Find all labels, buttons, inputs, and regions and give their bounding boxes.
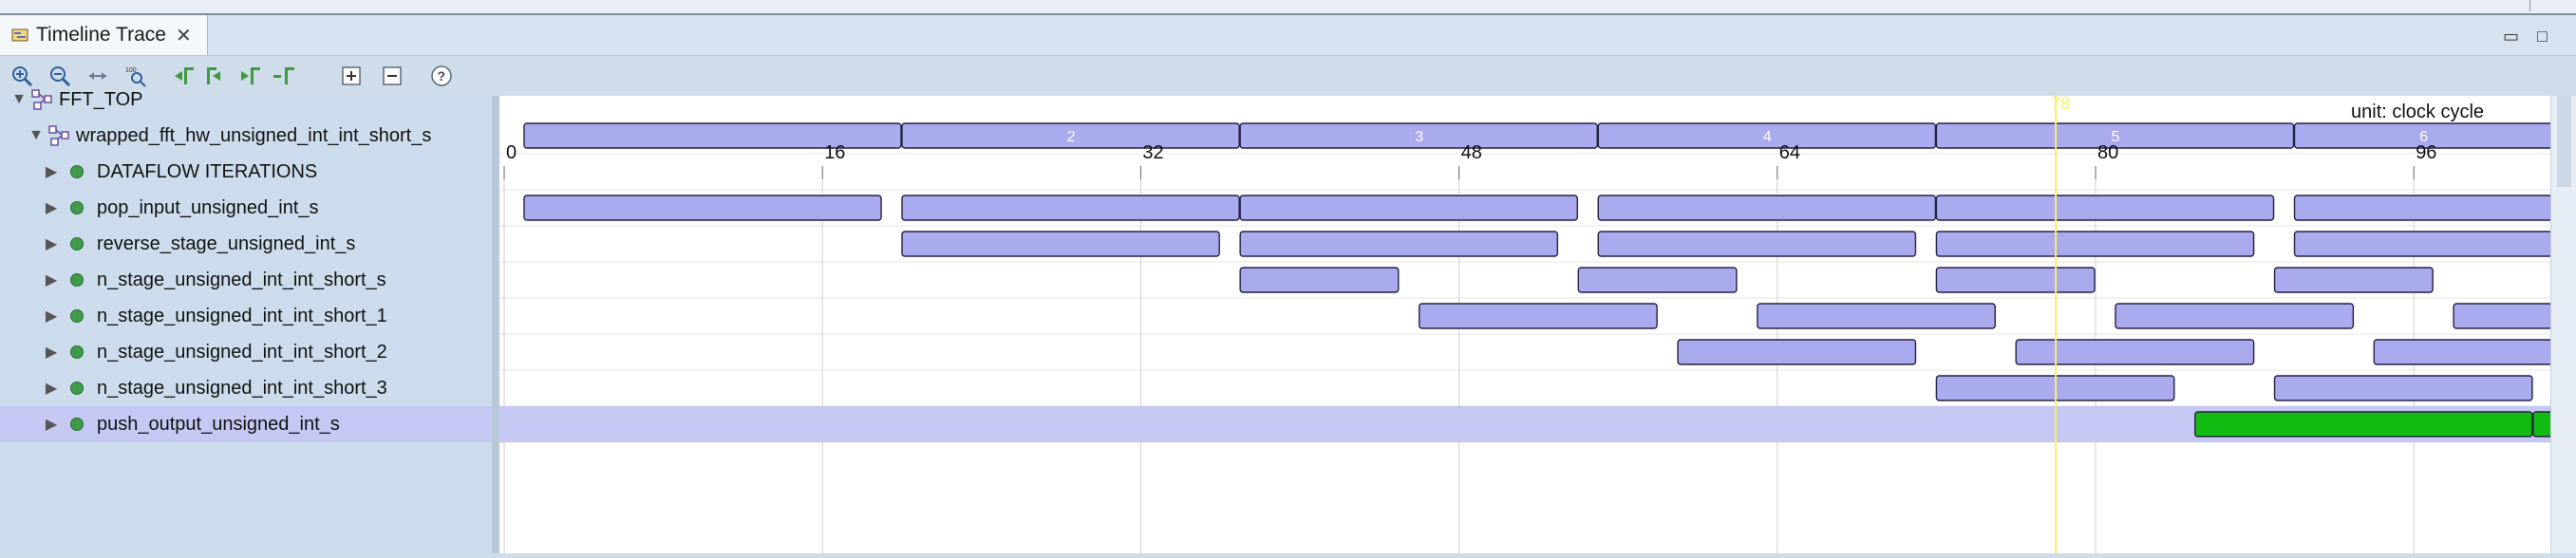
process-dot-icon (70, 309, 84, 323)
time-marker-label: 78 (2051, 96, 2070, 113)
tree-item-label: DATAFLOW ITERATIONS (97, 160, 318, 182)
process-dot-icon (70, 165, 84, 178)
activity-bar[interactable] (1935, 195, 2275, 221)
activity-bar[interactable] (2453, 303, 2553, 329)
hierarchy-icon (31, 89, 52, 110)
tick-label: 64 (1779, 142, 1800, 163)
tree-panel: ▼ FFT_TOP ▼ wrapped_fft_hw_unsigned_int_int… (0, 89, 499, 553)
tree-item[interactable]: ▼ wrapped_fft_hw_unsigned_int_int_short_s (0, 118, 492, 154)
tab-bar: Timeline Trace ✕ ▭ □ (0, 15, 2576, 56)
process-dot-icon (70, 201, 84, 214)
tick-label: 16 (824, 142, 845, 163)
activity-bar[interactable] (1597, 231, 1917, 257)
sidebar-resize-handle[interactable] (492, 96, 499, 553)
tree-item-label: n_stage_unsigned_int_int_short_3 (97, 377, 387, 399)
collapsed-arrow-icon[interactable]: ▶ (44, 379, 59, 398)
timeline-svg: 23456 0 16 32 48 64 80 96 78 unit: clock cycle (499, 94, 2553, 553)
tick-label: 80 (2097, 142, 2118, 163)
process-dot-icon (70, 381, 84, 395)
tree-item-label: n_stage_unsigned_int_int_short_1 (97, 305, 387, 326)
activity-bar[interactable] (901, 195, 1240, 221)
top-strip (0, 0, 2576, 15)
tab-timeline-trace[interactable]: Timeline Trace ✕ (0, 15, 208, 55)
output-bar[interactable] (2532, 411, 2553, 437)
tree-item-label: wrapped_fft_hw_unsigned_int_int_short_s (76, 124, 432, 146)
activity-bar[interactable] (901, 231, 1220, 257)
activity-bar[interactable] (1597, 195, 1937, 221)
timeline-trace-icon (11, 28, 28, 42)
tree-item[interactable]: ▶ n_stage_unsigned_int_int_short_s (0, 262, 492, 298)
tree-item-label: n_stage_unsigned_int_int_short_2 (97, 341, 387, 363)
iteration-label: 2 (1067, 129, 1076, 145)
activity-bar[interactable] (2273, 375, 2533, 401)
process-dot-icon (70, 273, 84, 287)
tab-title: Timeline Trace (36, 24, 166, 46)
activity-bar[interactable] (2273, 267, 2434, 293)
minimize-icon[interactable]: ▭ (2503, 27, 2519, 46)
tree-item[interactable]: ▶ n_stage_unsigned_int_int_short_3 (0, 370, 492, 406)
expanded-arrow-icon[interactable]: ▼ (11, 91, 27, 108)
tree-item[interactable]: ▶ DATAFLOW ITERATIONS (0, 154, 492, 190)
iteration-label: 3 (1415, 129, 1423, 145)
restore-corner-icon[interactable] (2529, 0, 2548, 11)
tick-label: 32 (1142, 142, 1163, 163)
bar-layer: 23456 (523, 122, 2553, 437)
tree-item[interactable]: ▶ n_stage_unsigned_int_int_short_2 (0, 334, 492, 370)
activity-bar[interactable] (1677, 339, 1917, 365)
collapsed-arrow-icon[interactable]: ▶ (44, 343, 59, 362)
collapsed-arrow-icon[interactable]: ▶ (44, 270, 59, 289)
tree-item[interactable]: ▶ pop_input_unsigned_int_s (0, 190, 492, 226)
activity-bar[interactable] (1419, 303, 1658, 329)
tree-item-label: n_stage_unsigned_int_int_short_s (97, 269, 386, 290)
activity-bar[interactable] (1577, 267, 1738, 293)
tree-item-label: FFT_TOP (59, 88, 143, 110)
activity-bar[interactable] (1239, 267, 1400, 293)
process-dot-icon (70, 418, 84, 431)
hierarchy-icon (48, 125, 69, 146)
iteration-label: 4 (1763, 129, 1772, 145)
activity-bar[interactable] (2293, 195, 2553, 221)
maximize-icon[interactable]: □ (2537, 27, 2548, 46)
expanded-arrow-icon[interactable]: ▼ (28, 127, 44, 144)
collapsed-arrow-icon[interactable]: ▶ (44, 198, 59, 217)
tick-label: 0 (506, 142, 517, 163)
activity-bar[interactable] (1239, 195, 1579, 221)
activity-bar[interactable] (1935, 231, 2255, 257)
tree-item-label: reverse_stage_unsigned_int_s (97, 232, 356, 254)
tree-item[interactable]: ▶ push_output_unsigned_int_s (0, 406, 492, 442)
activity-bar[interactable] (2373, 339, 2553, 365)
collapsed-arrow-icon[interactable]: ▶ (44, 307, 59, 326)
activity-bar[interactable] (1757, 303, 1996, 329)
output-bar[interactable] (2194, 411, 2533, 437)
tick-label: 96 (2416, 142, 2436, 163)
tree-item[interactable]: ▼ FFT_TOP (0, 82, 492, 118)
tree-item-label: push_output_unsigned_int_s (97, 413, 340, 435)
timeline-chart: 23456 0 16 32 48 64 80 96 78 unit: clock cycle (499, 94, 2553, 553)
tree-item-label: pop_input_unsigned_int_s (97, 196, 319, 218)
activity-bar[interactable] (2293, 231, 2553, 257)
collapsed-arrow-icon[interactable]: ▶ (44, 234, 59, 253)
activity-bar[interactable] (2115, 303, 2355, 329)
process-dot-icon (70, 237, 84, 251)
activity-bar[interactable] (1239, 231, 1559, 257)
scrollbar-thumb[interactable] (2557, 96, 2571, 187)
tree-item[interactable]: ▶ reverse_stage_unsigned_int_s (0, 226, 492, 262)
tree-item[interactable]: ▶ n_stage_unsigned_int_int_short_1 (0, 298, 492, 334)
unit-label: unit: clock cycle (2351, 102, 2484, 122)
activity-bar[interactable] (2015, 339, 2255, 365)
collapsed-arrow-icon[interactable]: ▶ (44, 415, 59, 434)
collapsed-arrow-icon[interactable]: ▶ (44, 162, 59, 181)
activity-bar[interactable] (523, 195, 882, 221)
process-dot-icon (70, 345, 84, 359)
activity-bar[interactable] (1935, 267, 2096, 293)
tick-label: 48 (1461, 142, 1482, 163)
vertical-scrollbar[interactable] (2550, 96, 2576, 553)
close-icon[interactable]: ✕ (176, 24, 192, 47)
